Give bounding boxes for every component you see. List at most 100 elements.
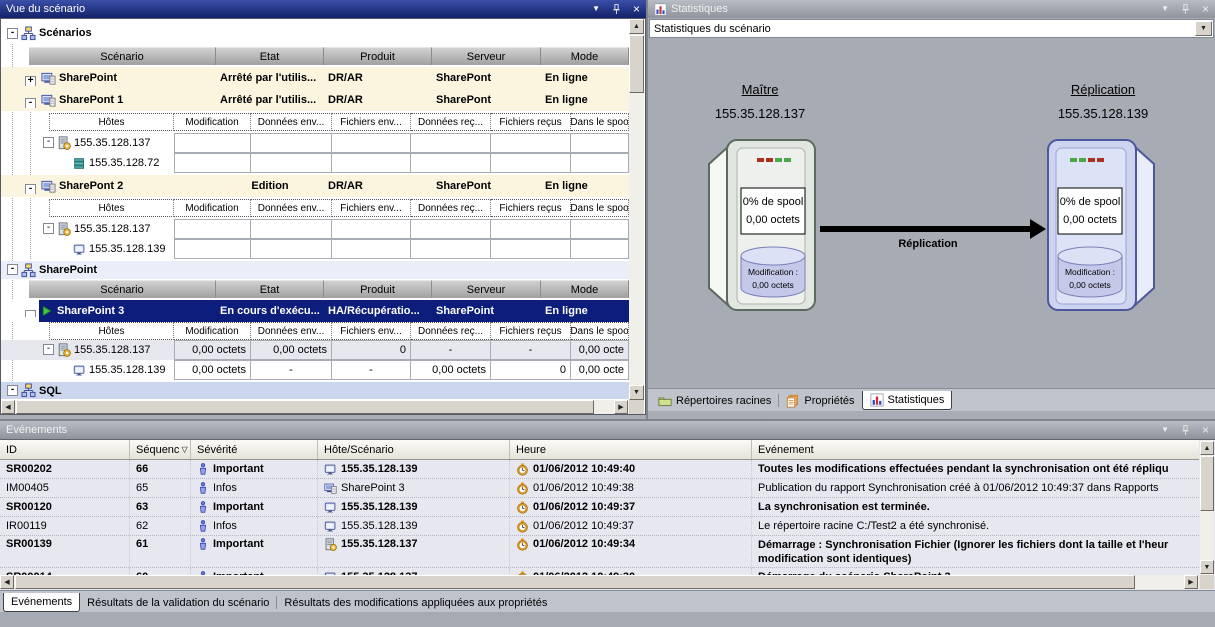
- tree-group-sql[interactable]: - SQL: [1, 382, 629, 399]
- column-header-id[interactable]: ID: [0, 440, 130, 459]
- scenario-view-titlebar[interactable]: Vue du scénario ▼ ×: [0, 0, 646, 18]
- host-row-master[interactable]: - 155.35.128.137: [1, 219, 629, 239]
- vertical-scroll-thumb[interactable]: [629, 35, 644, 93]
- host-col-fichiers-rec[interactable]: Fichiers reçus: [491, 322, 571, 340]
- scenario-row-sharepoint3-selected[interactable]: - SharePoint 3 En cours d'exécu... HA/Ré…: [1, 300, 629, 322]
- host-col-fichiers-env[interactable]: Fichiers env...: [332, 199, 411, 217]
- event-row[interactable]: SR00202 66 Important 155.35.128.139 01/0…: [0, 460, 1199, 479]
- scroll-down-button[interactable]: ▼: [1200, 560, 1214, 574]
- column-header-heure[interactable]: Heure: [510, 440, 752, 459]
- scroll-up-button[interactable]: ▲: [1200, 441, 1214, 455]
- host-col-donnees-env[interactable]: Données env...: [251, 322, 332, 340]
- tab-resultats-modifications[interactable]: Résultats des modifications appliquées a…: [277, 593, 554, 612]
- host-col-fichiers-env[interactable]: Fichiers env...: [332, 322, 411, 340]
- column-header-sequence[interactable]: Séquenc ▽: [130, 440, 191, 459]
- tab-statistiques[interactable]: Statistiques: [862, 391, 953, 410]
- window-menu-icon[interactable]: ▼: [1161, 5, 1169, 13]
- host-col-donnees-rec[interactable]: Données reç...: [411, 113, 491, 131]
- tab-repertoires-racines[interactable]: Répertoires racines: [651, 391, 778, 410]
- master-role-label[interactable]: Maître: [690, 82, 830, 97]
- host-col-hotes[interactable]: Hôtes: [49, 322, 174, 340]
- column-header-produit[interactable]: Produit: [324, 47, 432, 65]
- host-col-donnees-env[interactable]: Données env...: [251, 113, 332, 131]
- scenario-row-sharepont2[interactable]: - SharePont 2 Edition DR/AR SharePont En…: [1, 175, 629, 197]
- host-row-replica[interactable]: 155.35.128.72: [1, 153, 629, 173]
- statistics-selector[interactable]: Statistiques du scénario ▼: [649, 19, 1214, 38]
- column-header-serveur[interactable]: Serveur: [432, 47, 541, 65]
- scroll-right-button[interactable]: ▶: [614, 400, 628, 414]
- scroll-right-button[interactable]: ▶: [1184, 575, 1198, 589]
- tab-evenements[interactable]: Evénements: [3, 593, 80, 612]
- host-row-master-stats[interactable]: - 155.35.128.137 0,00 octets 0,00 octets…: [1, 340, 629, 360]
- event-row[interactable]: SR00139 61 Important 155.35.128.137 01/0…: [0, 536, 1199, 568]
- vertical-scroll-thumb[interactable]: [1200, 456, 1214, 511]
- host-col-donnees-rec[interactable]: Données reç...: [411, 322, 491, 340]
- host-col-fichiers-env[interactable]: Fichiers env...: [332, 113, 411, 131]
- column-header-severite[interactable]: Sévérité: [191, 440, 318, 459]
- tree-group-scenarios[interactable]: - Scénarios: [1, 23, 629, 43]
- scenario-row-sharepont1[interactable]: - SharePont 1 Arrêté par l'utilis... DR/…: [1, 89, 629, 111]
- column-header-scenario[interactable]: Scénario: [29, 280, 216, 298]
- tab-proprietes[interactable]: Propriétés: [779, 391, 861, 410]
- replica-role-label[interactable]: Réplication: [1033, 82, 1173, 97]
- column-header-evenement[interactable]: Evénement: [752, 440, 1199, 459]
- close-icon[interactable]: ×: [1202, 424, 1209, 436]
- host-col-fichiers-rec[interactable]: Fichiers reçus: [491, 113, 571, 131]
- scroll-down-button[interactable]: ▼: [629, 385, 644, 400]
- collapse-box[interactable]: -: [43, 137, 54, 148]
- tree-group-sharepoint[interactable]: - SharePoint: [1, 261, 629, 279]
- host-row-master[interactable]: - 155.35.128.137: [1, 133, 629, 153]
- pin-icon[interactable]: [1179, 424, 1192, 437]
- host-col-fichiers-rec[interactable]: Fichiers reçus: [491, 199, 571, 217]
- close-icon[interactable]: ×: [633, 3, 640, 15]
- collapse-box[interactable]: -: [7, 264, 18, 275]
- statistics-titlebar[interactable]: Statistiques ▼ ×: [648, 0, 1215, 18]
- horizontal-scroll-thumb[interactable]: [16, 400, 594, 414]
- scroll-left-button[interactable]: ◀: [1, 400, 15, 414]
- column-header-serveur[interactable]: Serveur: [432, 280, 541, 298]
- column-header-produit[interactable]: Produit: [324, 280, 432, 298]
- host-col-modification[interactable]: Modification: [174, 199, 251, 217]
- scroll-left-button[interactable]: ◀: [0, 575, 14, 589]
- pin-icon[interactable]: [1179, 3, 1192, 16]
- column-header-mode[interactable]: Mode: [541, 280, 629, 298]
- column-header-etat[interactable]: Etat: [216, 280, 324, 298]
- tab-resultats-validation[interactable]: Résultats de la validation du scénario: [80, 593, 276, 612]
- event-row[interactable]: IM00405 65 Infos SharePoint 3 01/06/2012…: [0, 479, 1199, 498]
- host-col-modification[interactable]: Modification: [174, 322, 251, 340]
- close-icon[interactable]: ×: [1202, 3, 1209, 15]
- collapse-box[interactable]: -: [25, 184, 36, 194]
- scenario-row-sharepoint[interactable]: + SharePoint Arrêté par l'utilis... DR/A…: [1, 67, 629, 89]
- replica-server-graphic[interactable]: 0% de spool 0,00 octets Modification : 0…: [1046, 138, 1160, 312]
- scroll-up-button[interactable]: ▲: [629, 19, 644, 34]
- event-row[interactable]: SR00120 63 Important 155.35.128.139 01/0…: [0, 498, 1199, 517]
- host-col-hotes[interactable]: Hôtes: [49, 113, 174, 131]
- collapse-box[interactable]: -: [25, 98, 36, 108]
- host-col-hotes[interactable]: Hôtes: [49, 199, 174, 217]
- host-row-replica[interactable]: 155.35.128.139: [1, 239, 629, 259]
- column-header-scenario[interactable]: Scénario: [29, 47, 216, 65]
- event-row[interactable]: IR00119 62 Infos 155.35.128.139 01/06/20…: [0, 517, 1199, 536]
- host-col-donnees-rec[interactable]: Données reç...: [411, 199, 491, 217]
- master-server-graphic[interactable]: 0% de spool 0,00 octets Modification : 0…: [703, 138, 817, 312]
- collapse-box[interactable]: -: [43, 344, 54, 355]
- pin-icon[interactable]: [610, 3, 623, 16]
- collapse-box[interactable]: -: [43, 223, 54, 234]
- window-menu-icon[interactable]: ▼: [1161, 426, 1169, 434]
- collapse-box[interactable]: -: [25, 310, 36, 317]
- host-col-spool[interactable]: Dans le spoo: [571, 322, 629, 340]
- host-row-replica-stats[interactable]: 155.35.128.139 0,00 octets - - 0,00 octe…: [1, 360, 629, 380]
- window-menu-icon[interactable]: ▼: [592, 5, 600, 13]
- horizontal-scroll-thumb[interactable]: [15, 575, 1135, 589]
- column-header-mode[interactable]: Mode: [541, 47, 629, 65]
- host-col-spool[interactable]: Dans le spoo: [571, 113, 629, 131]
- column-header-hote-scenario[interactable]: Hôte/Scénario: [318, 440, 510, 459]
- host-col-spool[interactable]: Dans le spoo: [571, 199, 629, 217]
- collapse-box[interactable]: -: [7, 385, 18, 396]
- expand-box[interactable]: +: [25, 76, 36, 86]
- events-titlebar[interactable]: Evénements ▼ ×: [0, 421, 1215, 439]
- chevron-down-icon[interactable]: ▼: [1195, 21, 1212, 36]
- host-col-donnees-env[interactable]: Données env...: [251, 199, 332, 217]
- collapse-box[interactable]: -: [7, 28, 18, 39]
- column-header-etat[interactable]: Etat: [216, 47, 324, 65]
